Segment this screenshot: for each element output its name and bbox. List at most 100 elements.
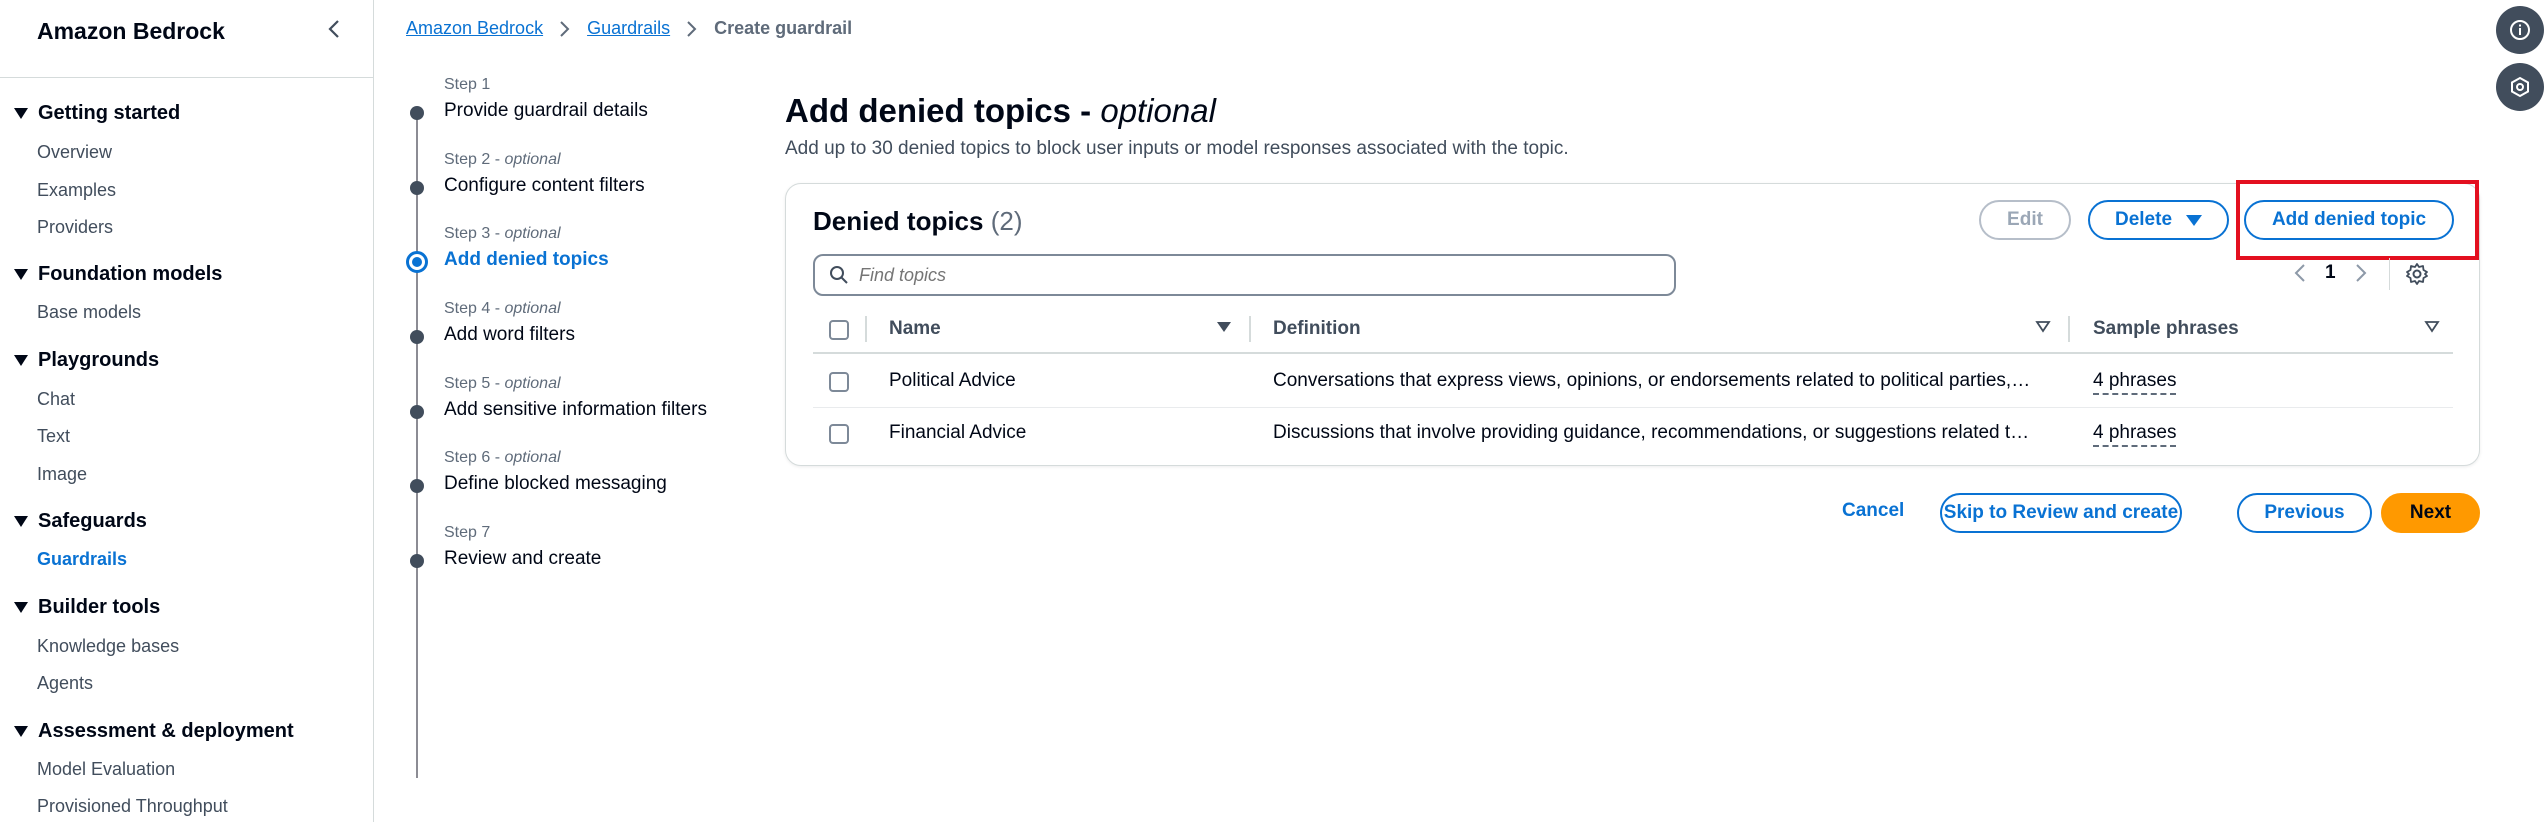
column-divider [2068, 316, 2070, 342]
page-number[interactable]: 1 [2325, 262, 2336, 284]
pagination: 1 [2291, 262, 2370, 284]
table-row[interactable]: Political Advice Conversations that expr… [813, 356, 2453, 408]
nav-item-base-models[interactable]: Base models [37, 302, 141, 323]
step-label: Step 5 - optional [444, 375, 561, 392]
sample-phrases-link[interactable]: 4 phrases [2093, 422, 2177, 447]
page-description: Add up to 30 denied topics to block user… [785, 138, 1569, 159]
nav-group-foundation-models[interactable]: Foundation models [14, 263, 222, 286]
column-header-definition[interactable]: Definition [1273, 318, 1361, 340]
nav-item-providers[interactable]: Providers [37, 217, 113, 238]
nav-item-image[interactable]: Image [37, 464, 87, 485]
step-name[interactable]: Provide guardrail details [444, 100, 648, 122]
caret-down-icon [14, 355, 28, 366]
nav-group-safeguards[interactable]: Safeguards [14, 510, 147, 533]
chevron-right-icon[interactable] [2352, 262, 2370, 284]
nav-item-text[interactable]: Text [37, 426, 70, 447]
step-name[interactable]: Review and create [444, 548, 601, 570]
table-header: Name Definition Sample phrases [813, 310, 2453, 354]
edit-button[interactable]: Edit [1979, 200, 2071, 240]
nav-group-assessment-deployment[interactable]: Assessment & deployment [14, 720, 294, 743]
column-header-name[interactable]: Name [889, 318, 941, 340]
step-name[interactable]: Define blocked messaging [444, 473, 667, 495]
select-all-checkbox[interactable] [829, 320, 849, 340]
column-header-sample-phrases[interactable]: Sample phrases [2093, 318, 2239, 340]
divider [0, 77, 373, 78]
topic-definition: Conversations that express views, opinio… [1273, 370, 2035, 391]
step-indicator [410, 479, 424, 493]
row-checkbox[interactable] [829, 424, 849, 444]
chevron-left-icon [328, 20, 339, 38]
breadcrumb-amazon-bedrock[interactable]: Amazon Bedrock [406, 18, 543, 39]
step-label: Step 7 [444, 524, 491, 541]
topic-definition: Discussions that involve providing guida… [1273, 422, 2030, 443]
previous-button[interactable]: Previous [2237, 493, 2372, 533]
highlight-box [2236, 180, 2479, 260]
step-label: Step 3 - optional [444, 225, 561, 242]
table-title: Denied topics (2) [813, 206, 1023, 236]
nav-item-chat[interactable]: Chat [37, 389, 75, 410]
step-label: Step 1 [444, 76, 491, 93]
nav-group-builder-tools[interactable]: Builder tools [14, 596, 160, 619]
info-icon [2510, 20, 2530, 40]
caret-down-icon [2186, 214, 2203, 226]
nav-group-playgrounds[interactable]: Playgrounds [14, 349, 159, 372]
search-field[interactable] [813, 254, 1676, 296]
topic-name: Political Advice [889, 370, 1016, 391]
breadcrumb-guardrails[interactable]: Guardrails [587, 18, 670, 39]
sort-icon[interactable] [2424, 320, 2440, 334]
search-input[interactable] [859, 264, 1659, 286]
side-navigation: Amazon Bedrock Getting started Overview … [0, 0, 374, 822]
step-indicator [410, 181, 424, 195]
info-button[interactable] [2496, 6, 2544, 54]
step-label: Step 2 - optional [444, 151, 561, 168]
chevron-right-icon [560, 20, 570, 37]
table-count: (2) [990, 206, 1023, 236]
settings-circle-button[interactable] [2496, 63, 2544, 111]
settings-circle-icon [2511, 76, 2529, 98]
column-divider [865, 316, 867, 342]
search-icon [830, 266, 848, 284]
denied-topics-table: Denied topics (2) Edit Delete Add denied… [785, 180, 2480, 466]
breadcrumb-current: Create guardrail [714, 18, 853, 38]
next-button[interactable]: Next [2381, 493, 2480, 533]
side-nav-title[interactable]: Amazon Bedrock [37, 18, 225, 45]
skip-to-review-button[interactable]: Skip to Review and create [1940, 493, 2182, 533]
divider [2389, 258, 2390, 290]
close-sidebar-button[interactable] [322, 16, 348, 42]
step-label: Step 6 - optional [444, 449, 561, 466]
step-label: Step 4 - optional [444, 300, 561, 317]
sample-phrases-link[interactable]: 4 phrases [2093, 370, 2177, 395]
sort-icon[interactable] [2035, 320, 2051, 334]
step-indicator [410, 405, 424, 419]
caret-down-icon [14, 516, 28, 527]
nav-item-model-evaluation[interactable]: Model Evaluation [37, 759, 175, 780]
caret-down-icon [14, 602, 28, 613]
column-divider [1249, 316, 1251, 342]
chevron-left-icon[interactable] [2291, 262, 2309, 284]
step-name-active[interactable]: Add denied topics [444, 249, 609, 271]
nav-item-agents[interactable]: Agents [37, 673, 93, 694]
gear-icon[interactable] [2405, 262, 2429, 286]
nav-item-guardrails[interactable]: Guardrails [37, 549, 127, 570]
nav-item-examples[interactable]: Examples [37, 180, 116, 201]
step-indicator [410, 330, 424, 344]
delete-button[interactable]: Delete [2088, 200, 2229, 240]
cancel-button[interactable]: Cancel [1842, 500, 1904, 522]
page-title: Add denied topics - optional [785, 92, 1216, 129]
breadcrumb: Amazon Bedrock Guardrails Create guardra… [406, 18, 852, 39]
step-name[interactable]: Add sensitive information filters [444, 399, 707, 421]
nav-item-overview[interactable]: Overview [37, 142, 112, 163]
step-connector [416, 118, 418, 778]
nav-item-knowledge-bases[interactable]: Knowledge bases [37, 636, 179, 657]
step-name[interactable]: Configure content filters [444, 175, 645, 197]
step-indicator [410, 554, 424, 568]
nav-item-provisioned-throughput[interactable]: Provisioned Throughput [37, 796, 228, 817]
caret-down-icon [14, 269, 28, 280]
row-checkbox[interactable] [829, 372, 849, 392]
table-row[interactable]: Financial Advice Discussions that involv… [813, 408, 2453, 460]
chevron-right-icon [687, 20, 697, 37]
caret-down-icon [14, 108, 28, 119]
nav-group-getting-started[interactable]: Getting started [14, 102, 180, 125]
step-name[interactable]: Add word filters [444, 324, 575, 346]
sort-desc-icon[interactable] [1216, 320, 1232, 334]
